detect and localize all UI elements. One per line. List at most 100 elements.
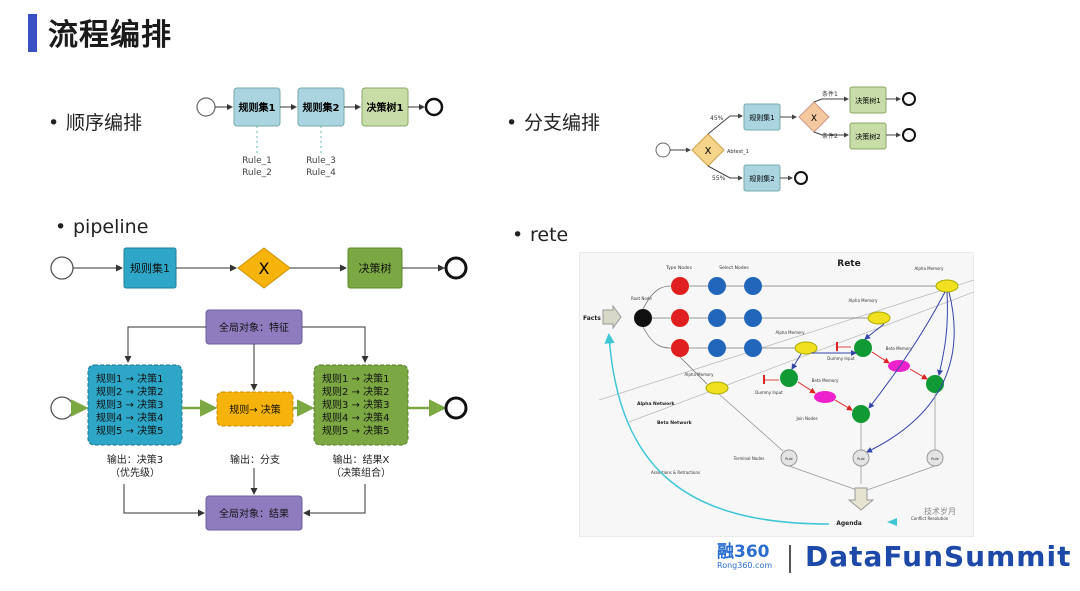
- facts-label: Facts: [583, 315, 601, 322]
- gateway-label: X: [705, 146, 712, 157]
- bullet-pipeline: • pipeline: [55, 216, 149, 238]
- join-node: [926, 375, 944, 393]
- left-box-line: 规则4 → 决策4: [96, 411, 163, 424]
- alpha-memory-node: [705, 381, 729, 395]
- rong360-logo: 融360 Rong360.com: [717, 543, 779, 570]
- type-node: [671, 309, 689, 327]
- rule-label: Rule_1: [242, 156, 272, 166]
- bullet-rete: • rete: [512, 224, 569, 246]
- dummy-input-label: Dummy Input: [755, 390, 783, 395]
- gateway2-label: X: [811, 114, 817, 124]
- rule-node-label: Rule: [857, 457, 865, 461]
- bullet-branch: • 分支编排: [506, 112, 601, 134]
- ruleset2-label: 规则集2: [303, 101, 340, 114]
- rong360-logo-text: 融360: [717, 542, 770, 562]
- join-nodes-label: Join Nodes: [795, 416, 817, 421]
- bullet-sequential-label: 顺序编排: [66, 112, 143, 134]
- select-node: [744, 309, 762, 327]
- global-out-label: 全局对象：结果: [219, 507, 289, 520]
- tree1-label: 决策树1: [855, 96, 880, 105]
- pct-lower: 55%: [712, 175, 726, 182]
- beta-memory-node: [814, 391, 836, 403]
- branch-diagram: X Abtest_1 45% 55% 规则集1 规则集2 X 条件1 条件2 决…: [655, 86, 916, 192]
- type-node: [671, 277, 689, 295]
- join-node: [854, 339, 872, 357]
- right-box-line: 规则4 → 决策4: [322, 411, 389, 424]
- type-nodes-label: Type Nodes: [665, 265, 693, 271]
- cond2-label: 条件2: [822, 132, 838, 140]
- dummy-input-marker: [763, 375, 765, 384]
- beta-memory-node: [888, 360, 910, 372]
- right-box-line: 规则5 → 决策5: [322, 424, 389, 437]
- sequential-diagram: 规则集1 规则集2 决策树1 Rule_1 Rule_2 Rule_3 Rule…: [196, 87, 444, 178]
- root-node: [634, 309, 652, 327]
- abtest-label: Abtest_1: [727, 149, 749, 155]
- rule-node-label: Rule: [785, 457, 793, 461]
- pipeline-tree-label: 决策树: [359, 261, 392, 275]
- end-event: [444, 396, 468, 420]
- watermark: 技术岁月: [924, 506, 956, 516]
- tree2-label: 决策树2: [855, 132, 880, 141]
- beta-memory-label: Beta Memory: [886, 346, 913, 351]
- terminal-nodes-label: Terminal Nodes: [733, 456, 765, 461]
- ruleset1-label: 规则集1: [239, 101, 276, 114]
- cond1-label: 条件1: [822, 90, 838, 98]
- rete-diagram: Rete Alpha Network Beta Network Facts Ro…: [579, 252, 974, 537]
- start-event: [655, 142, 671, 158]
- output-mid: 输出：分支: [230, 453, 280, 466]
- bullet-branch-label: 分支编排: [524, 112, 601, 134]
- output-left-line: （优先级）: [110, 466, 160, 479]
- output-left-line: 输出：决策3: [107, 453, 163, 466]
- select-node: [708, 339, 726, 357]
- title-accent-bar: [28, 14, 37, 52]
- page-title: 流程编排: [48, 18, 172, 53]
- rule-label: Rule_2: [242, 168, 272, 178]
- select-node: [744, 277, 762, 295]
- footer-divider: [789, 545, 791, 573]
- pipeline-gateway-label: X: [259, 259, 270, 278]
- left-box-line: 规则2 → 决策2: [96, 385, 163, 398]
- left-box-line: 规则3 → 决策3: [96, 398, 163, 411]
- decision-tree-label: 决策树1: [367, 101, 404, 114]
- pipeline-diagram: 规则集1 X 决策树 全局对象：特征 规则1 → 决策1 规则2 → 决策2 规…: [50, 247, 468, 531]
- output-right-line: 输出：结果X: [333, 453, 390, 466]
- type-node: [671, 339, 689, 357]
- rete-title: Rete: [837, 259, 860, 269]
- agenda-label: Agenda: [836, 520, 862, 527]
- alpha-memory-label: Alpha Memory: [776, 330, 806, 335]
- right-box-line: 规则3 → 决策3: [322, 398, 389, 411]
- left-box-line: 规则5 → 决策5: [96, 424, 163, 437]
- pipeline-ruleset1-label: 规则集1: [130, 261, 170, 275]
- alpha-memory-node: [794, 341, 818, 355]
- join-node: [852, 405, 870, 423]
- global-in-label: 全局对象：特征: [219, 321, 289, 334]
- select-nodes-label: Select Nodes: [719, 265, 749, 271]
- pct-upper: 45%: [710, 115, 724, 122]
- left-box-line: 规则1 → 决策1: [96, 372, 163, 385]
- bullet-sequential: • 顺序编排: [48, 112, 143, 134]
- select-node: [708, 309, 726, 327]
- output-right-line: （决策组合）: [331, 466, 391, 479]
- select-node: [744, 339, 762, 357]
- beta-network-label: Beta Network: [657, 420, 693, 426]
- rule-label: Rule_4: [306, 168, 336, 178]
- beta-memory-label: Beta Memory: [812, 378, 839, 383]
- end-event: [424, 97, 444, 117]
- branch-ruleset2-label: 规则集2: [749, 174, 774, 183]
- end-event: [902, 92, 916, 106]
- alpha-memory-node: [935, 279, 959, 293]
- bullet-rete-label: rete: [530, 224, 569, 246]
- alpha-memory-label: Alpha Memory: [685, 372, 715, 377]
- right-box-line: 规则2 → 决策2: [322, 385, 389, 398]
- dummy-input-label: Dummy Input: [827, 356, 855, 361]
- start-event: [50, 396, 74, 420]
- end-event: [794, 171, 808, 185]
- start-event: [50, 256, 74, 280]
- rule-label: Rule_3: [306, 156, 336, 166]
- datafun-summit-logo: DataFunSummit: [805, 540, 1072, 573]
- dummy-input-marker: [836, 342, 838, 351]
- rong360-logo-sub: Rong360.com: [717, 561, 773, 570]
- select-node: [708, 277, 726, 295]
- branch-ruleset1-label: 规则集1: [749, 113, 774, 122]
- mid-box-label: 规则→ 决策: [229, 403, 281, 416]
